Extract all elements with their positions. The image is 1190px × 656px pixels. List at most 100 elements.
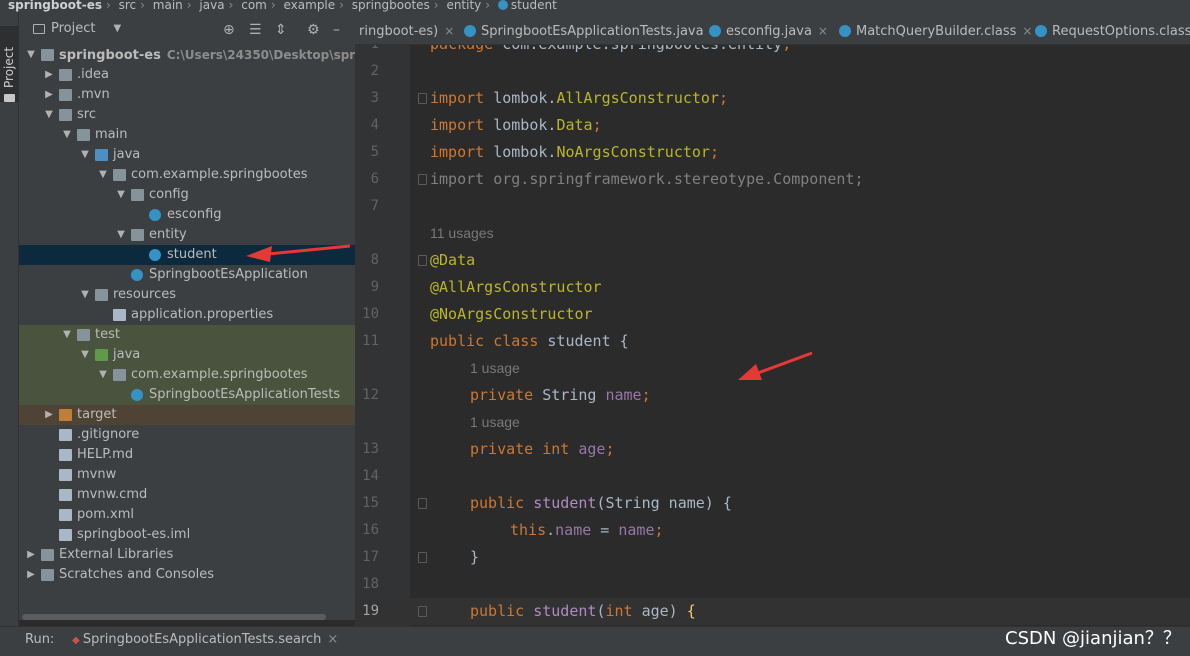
code-line[interactable]: 2: [355, 58, 1190, 85]
chevron-right-icon[interactable]: ▶: [43, 65, 55, 85]
code-line[interactable]: 10 @NoArgsConstructor: [355, 301, 1190, 328]
chevron-down-icon[interactable]: ▼: [79, 145, 91, 165]
tree-item[interactable]: student: [19, 245, 355, 265]
tree-item[interactable]: ▶ External Libraries: [19, 545, 355, 565]
editor-tab[interactable]: MatchQueryBuilder.class ×: [839, 12, 1032, 44]
tree-item[interactable]: ▼ test: [19, 325, 355, 345]
code-line[interactable]: 16 this.name = name;: [355, 517, 1190, 544]
code-line[interactable]: 3 import lombok.AllArgsConstructor;: [355, 85, 1190, 112]
chevron-down-icon[interactable]: ▼: [61, 325, 73, 345]
code-line[interactable]: 18: [355, 571, 1190, 598]
tree-item[interactable]: HELP.md: [19, 445, 355, 465]
code-line[interactable]: 17}: [355, 544, 1190, 571]
chevron-down-icon[interactable]: ▼: [97, 165, 109, 185]
breadcrumb-item[interactable]: java: [199, 0, 224, 12]
code-line[interactable]: 13 private int age;: [355, 436, 1190, 463]
tree-item[interactable]: mvnw: [19, 465, 355, 485]
breadcrumb-item[interactable]: example: [284, 0, 336, 12]
code-line[interactable]: 7: [355, 193, 1190, 220]
code-line[interactable]: 5 import lombok.NoArgsConstructor;: [355, 139, 1190, 166]
tree-item[interactable]: esconfig: [19, 205, 355, 225]
breadcrumb-item[interactable]: springbootes: [352, 0, 430, 12]
horizontal-scrollbar[interactable]: [22, 614, 326, 620]
code-line[interactable]: 9 @AllArgsConstructor: [355, 274, 1190, 301]
chevron-right-icon[interactable]: ▶: [43, 405, 55, 425]
tree-item[interactable]: ▼ com.example.springbootes: [19, 365, 355, 385]
code-line[interactable]: 11 public class student {: [355, 328, 1190, 355]
code-line[interactable]: 19 public student(int age) {: [355, 598, 1190, 625]
chevron-down-icon[interactable]: ▼: [113, 23, 121, 34]
chevron-right-icon[interactable]: ▶: [43, 85, 55, 105]
tree-item[interactable]: ▶ .idea: [19, 65, 355, 85]
chevron-down-icon[interactable]: ▼: [43, 105, 55, 125]
chevron-down-icon[interactable]: ▼: [79, 285, 91, 305]
chevron-down-icon[interactable]: ▼: [25, 45, 37, 65]
close-icon[interactable]: ×: [444, 24, 454, 38]
editor-tab[interactable]: SpringbootEsApplicationTests.java×: [464, 12, 720, 44]
gear-icon[interactable]: ⚙: [307, 22, 320, 38]
tree-item[interactable]: mvnw.cmd: [19, 485, 355, 505]
fold-icon[interactable]: [418, 498, 427, 509]
chevron-down-icon[interactable]: ▼: [115, 185, 127, 205]
breadcrumb-item[interactable]: springboot-es: [8, 0, 102, 12]
tree-item[interactable]: springboot-es.iml: [19, 525, 355, 545]
run-tab[interactable]: ◆ SpringbootEsApplicationTests.search ×: [72, 632, 338, 647]
tree-item[interactable]: ▼ springboot-es C:\Users\24350\Desktop\spr…: [19, 45, 355, 65]
chevron-down-icon[interactable]: ▼: [61, 125, 73, 145]
tree-item[interactable]: .gitignore: [19, 425, 355, 445]
chevron-down-icon[interactable]: ▼: [79, 345, 91, 365]
tree-item[interactable]: application.properties: [19, 305, 355, 325]
fold-icon[interactable]: [418, 255, 427, 266]
project-panel-title[interactable]: Project: [51, 21, 95, 36]
breadcrumb-item[interactable]: student: [511, 0, 557, 12]
code-line[interactable]: 6 import org.springframework.stereotype.C…: [355, 166, 1190, 193]
editor-tabs: ringboot-es) × SpringbootEsApplicationTest…: [355, 12, 1190, 45]
close-icon[interactable]: ×: [327, 632, 338, 647]
class-icon: [149, 209, 161, 221]
tree-item[interactable]: ▼ resources: [19, 285, 355, 305]
minimize-icon[interactable]: –: [333, 22, 340, 38]
breadcrumb-item[interactable]: main: [153, 0, 183, 12]
chevron-down-icon[interactable]: ▼: [97, 365, 109, 385]
tree-item[interactable]: ▼ java: [19, 145, 355, 165]
class-icon: [464, 25, 476, 37]
code-line[interactable]: 8 @Data: [355, 247, 1190, 274]
editor-tab[interactable]: ringboot-es) ×: [359, 12, 454, 44]
fold-icon[interactable]: [418, 606, 427, 617]
tree-item[interactable]: ▶ .mvn: [19, 85, 355, 105]
fold-icon[interactable]: [418, 552, 427, 563]
target-icon[interactable]: ⊕: [223, 22, 235, 38]
project-tool-button[interactable]: Project: [0, 26, 19, 102]
tree-item[interactable]: ▼ src: [19, 105, 355, 125]
tree-item[interactable]: ▼ main: [19, 125, 355, 145]
tree-item[interactable]: pom.xml: [19, 505, 355, 525]
tree-item[interactable]: SpringbootEsApplication: [19, 265, 355, 285]
editor-tab[interactable]: esconfig.java ×: [709, 12, 828, 44]
chevron-right-icon[interactable]: ▶: [25, 545, 37, 565]
code-line[interactable]: 12 private String name;: [355, 382, 1190, 409]
chevron-down-icon[interactable]: ▼: [115, 225, 127, 245]
tree-item[interactable]: ▼ entity: [19, 225, 355, 245]
expand-all-icon[interactable]: ⇕: [275, 22, 287, 38]
tree-item[interactable]: ▼ com.example.springbootes: [19, 165, 355, 185]
tree-item[interactable]: ▼ java: [19, 345, 355, 365]
editor-tab[interactable]: RequestOptions.class×: [1035, 12, 1190, 44]
close-icon[interactable]: ×: [1022, 24, 1032, 38]
code-editor[interactable]: 1 package com.example.springbootes.entity…: [355, 45, 1190, 626]
collapse-all-icon[interactable]: ☰: [249, 22, 262, 38]
code-line[interactable]: 15 public student(String name) {: [355, 490, 1190, 517]
tree-item[interactable]: SpringbootEsApplicationTests: [19, 385, 355, 405]
code-line[interactable]: 14: [355, 463, 1190, 490]
tree-item[interactable]: ▼ config: [19, 185, 355, 205]
code-line[interactable]: 4 import lombok.Data;: [355, 112, 1190, 139]
chevron-right-icon[interactable]: ▶: [25, 565, 37, 585]
fold-icon[interactable]: [418, 174, 427, 185]
tree-item[interactable]: ▶ target: [19, 405, 355, 425]
breadcrumb-item[interactable]: com: [241, 0, 267, 12]
breadcrumb-item[interactable]: src: [119, 0, 137, 12]
breadcrumb-item[interactable]: entity: [446, 0, 481, 12]
fold-icon[interactable]: [418, 93, 427, 104]
tree-item[interactable]: ▶ Scratches and Consoles: [19, 565, 355, 585]
code-line[interactable]: 1 package com.example.springbootes.entity…: [355, 45, 1190, 58]
close-icon[interactable]: ×: [818, 24, 828, 38]
